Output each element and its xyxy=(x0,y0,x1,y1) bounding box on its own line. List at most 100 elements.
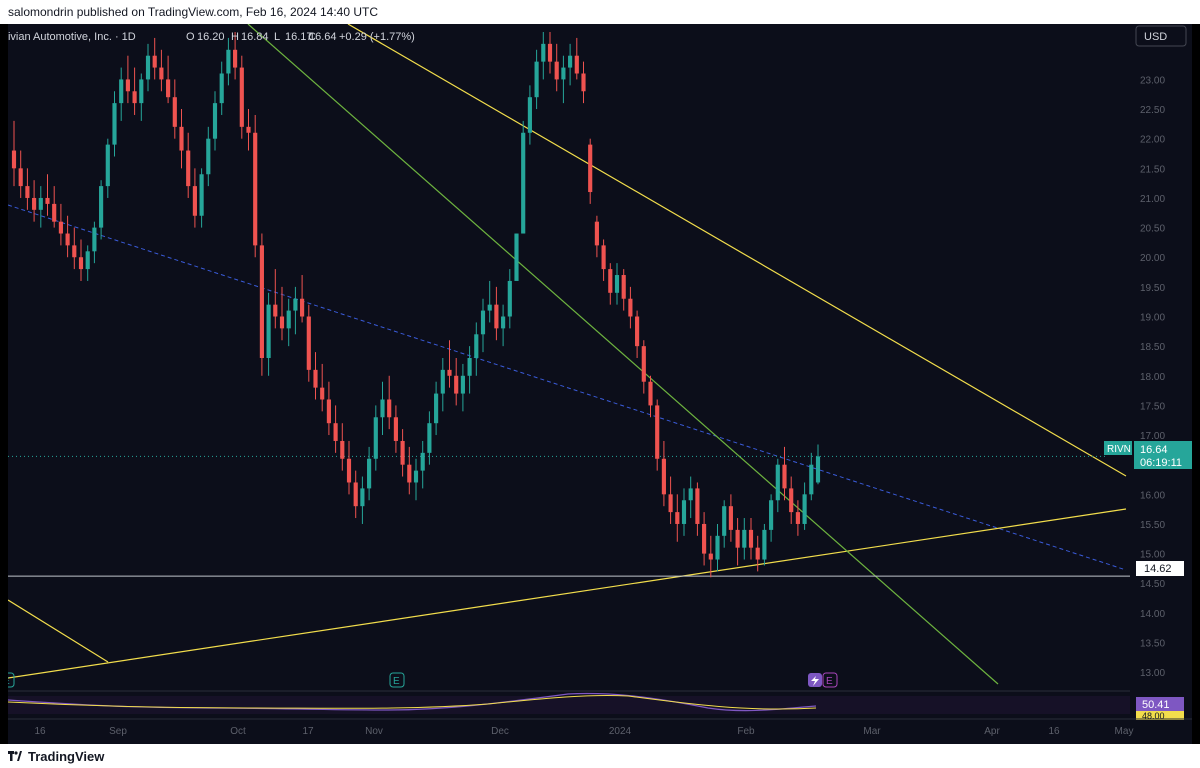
candle-body xyxy=(380,399,385,418)
candle-body xyxy=(159,67,164,80)
price-chart[interactable]: 13.0013.5014.0014.5015.0015.5016.0016.50… xyxy=(8,24,1192,744)
tradingview-logo-icon xyxy=(8,751,22,761)
legend-change: +0.29 (+1.77%) xyxy=(339,31,415,43)
legend-open: 16.20 xyxy=(197,31,225,43)
candle-body xyxy=(574,55,579,74)
time-tick-label: 17 xyxy=(302,726,314,737)
candle-body xyxy=(427,423,432,453)
candle-body xyxy=(313,369,318,388)
candle-body xyxy=(514,233,519,281)
price-axis-ticks: 13.0013.5014.0014.5015.0015.5016.0016.50… xyxy=(1140,75,1165,679)
candle-body xyxy=(782,464,787,489)
candle-body xyxy=(561,67,566,80)
candle-body xyxy=(286,310,291,329)
chart-panel[interactable]: 13.0013.5014.0014.5015.0015.5016.0016.50… xyxy=(8,24,1192,744)
price-tick-label: 15.00 xyxy=(1140,550,1165,561)
candle-body xyxy=(655,405,660,459)
legend-high-label: H xyxy=(231,31,239,43)
time-tick-label: Dec xyxy=(491,726,509,737)
level-tag-value: 14.62 xyxy=(1144,563,1172,575)
candle-body xyxy=(340,440,345,459)
candle-body xyxy=(789,488,794,513)
time-tick-label: Apr xyxy=(984,726,1000,737)
candle-body xyxy=(454,375,459,394)
candle-body xyxy=(239,67,244,127)
candle-body xyxy=(769,500,774,530)
legend-high: 16.84 xyxy=(241,31,269,43)
candle-body xyxy=(728,506,733,530)
candle-body xyxy=(635,316,640,347)
price-tag-price: 16.64 xyxy=(1140,444,1168,456)
tradingview-brand: TradingView xyxy=(28,749,105,764)
candle-body xyxy=(132,91,137,104)
price-tick-label: 16.00 xyxy=(1140,490,1165,501)
candle-body xyxy=(501,316,506,329)
legend-symbol: Rivian Automotive, Inc. · 1D xyxy=(8,31,136,43)
candle-body xyxy=(393,417,398,441)
candle-body xyxy=(92,227,97,252)
candle-body xyxy=(413,470,419,483)
candle-body xyxy=(815,456,821,483)
candle-body xyxy=(206,138,211,175)
candle-body xyxy=(521,132,526,234)
candle-body xyxy=(755,547,760,560)
candle-body xyxy=(45,197,50,204)
candle-body xyxy=(742,529,747,548)
candle-body xyxy=(246,126,251,133)
rsi-band xyxy=(8,696,1130,714)
candle-body xyxy=(52,203,57,222)
candle-body xyxy=(78,257,84,270)
currency-button[interactable]: USD xyxy=(1135,25,1187,47)
price-tick-label: 20.00 xyxy=(1140,253,1165,264)
candle-body xyxy=(387,399,392,418)
candle-body xyxy=(581,73,586,92)
candle-body xyxy=(648,381,653,406)
price-tick-label: 20.50 xyxy=(1140,224,1165,235)
candle-body xyxy=(434,393,439,424)
candle-body xyxy=(259,245,264,358)
candle-body xyxy=(494,304,499,329)
candle-body xyxy=(460,375,465,394)
candle-body xyxy=(621,275,626,299)
legend-open-label: O xyxy=(186,31,195,43)
candle-body xyxy=(279,316,285,329)
candle-body xyxy=(601,245,606,270)
price-tick-label: 21.00 xyxy=(1140,194,1165,205)
candle xyxy=(514,233,519,281)
candle-body xyxy=(527,97,532,133)
candle xyxy=(521,120,526,234)
candle-body xyxy=(326,399,331,424)
rsi-value: 50.41 xyxy=(1142,699,1170,711)
candle-body xyxy=(119,79,124,104)
candle-body xyxy=(320,387,325,400)
candle-body xyxy=(293,298,298,311)
candle-body xyxy=(487,304,492,311)
candle-body xyxy=(507,280,512,317)
candle-body xyxy=(440,369,445,394)
candle-body xyxy=(641,346,646,382)
candle-body xyxy=(65,233,70,246)
publish-header: salomondrin published on TradingView.com… xyxy=(0,0,1200,24)
candle-body xyxy=(373,417,378,459)
price-axis xyxy=(1130,24,1192,744)
price-tick-label: 21.50 xyxy=(1140,164,1165,175)
time-tick-label: Oct xyxy=(230,726,246,737)
candle-body xyxy=(775,464,780,501)
currency-label[interactable]: USD xyxy=(1144,31,1167,43)
candle-body xyxy=(226,49,231,74)
price-tick-label: 13.50 xyxy=(1140,639,1165,650)
candle-body xyxy=(105,144,110,187)
candle-body xyxy=(266,304,271,358)
ohlc-legend: Rivian Automotive, Inc. · 1D O 16.20 H 1… xyxy=(8,31,415,43)
candle-body xyxy=(594,221,599,246)
candle-body xyxy=(447,369,452,376)
candle-body xyxy=(273,304,278,317)
candle-body xyxy=(661,458,666,495)
candle-body xyxy=(253,132,258,246)
earnings-marker-3-label: E xyxy=(826,676,833,687)
candle-body xyxy=(407,464,412,483)
candle-body xyxy=(152,55,157,68)
candle-body xyxy=(212,103,218,139)
price-tick-label: 22.50 xyxy=(1140,105,1165,116)
candle-body xyxy=(708,553,713,560)
